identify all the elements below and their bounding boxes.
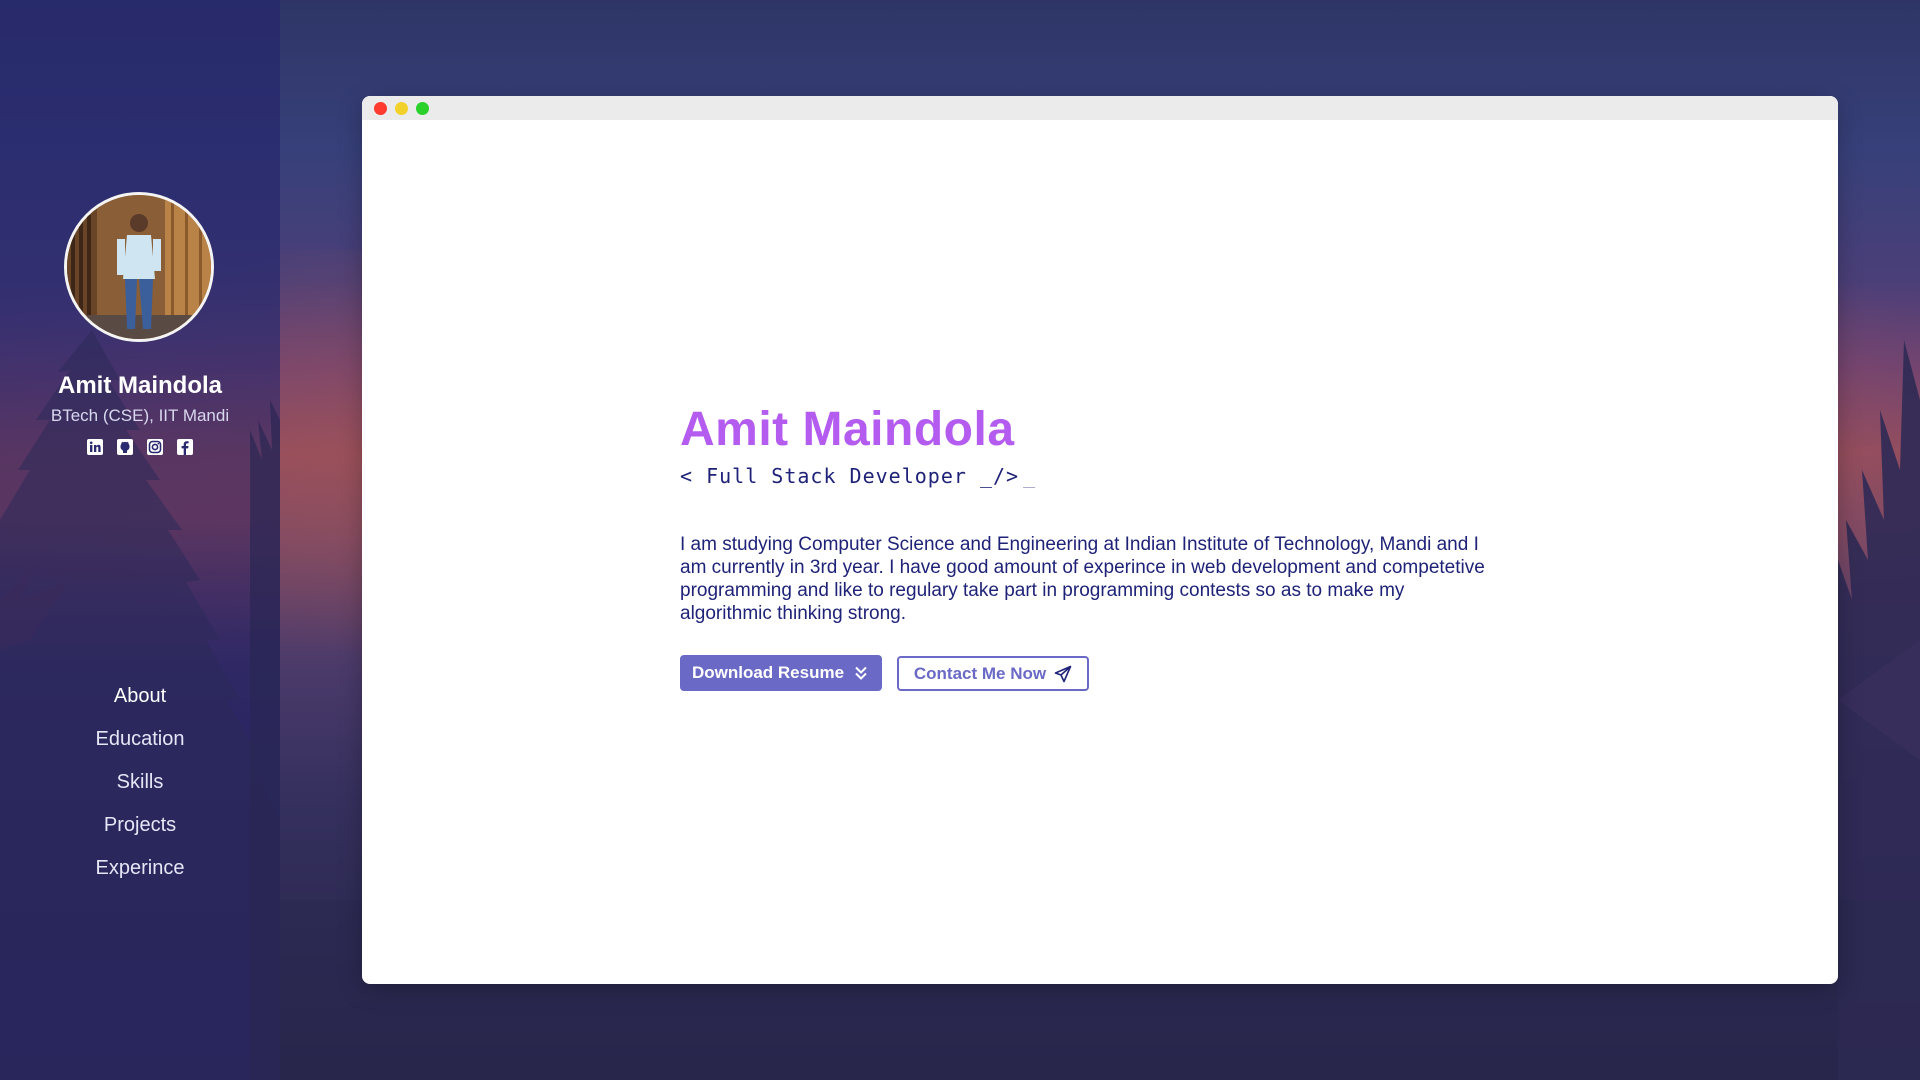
minimize-dot-icon: [395, 102, 408, 115]
sidebar-nav: About Education Skills Projects Experinc…: [0, 680, 280, 895]
role-text: < Full Stack Developer _/>: [680, 464, 1020, 488]
content-window: Amit Maindola < Full Stack Developer _/>…: [362, 96, 1838, 984]
download-resume-button[interactable]: Download Resume: [680, 655, 882, 691]
download-resume-label: Download Resume: [691, 663, 845, 682]
hero-bio: I am studying Computer Science and Engin…: [680, 534, 1485, 624]
contact-me-button[interactable]: Contact Me Now: [897, 656, 1089, 691]
typing-cursor: _: [1023, 464, 1037, 488]
maximize-dot-icon: [416, 102, 429, 115]
close-dot-icon: [374, 102, 387, 115]
sidebar-name: Amit Maindola: [57, 372, 222, 399]
pine-trees-silhouette: [0, 330, 280, 1080]
linkedin-icon[interactable]: [86, 438, 104, 456]
sidebar-subtitle: BTech (CSE), IIT Mandi: [50, 406, 230, 425]
social-links: [0, 438, 280, 456]
contact-me-label: Contact Me Now: [913, 663, 1047, 683]
double-chevron-down-icon: [852, 664, 870, 682]
nav-item-education[interactable]: Education: [96, 723, 185, 766]
github-icon[interactable]: [116, 438, 134, 456]
nav-item-projects[interactable]: Projects: [104, 809, 176, 852]
nav-item-about[interactable]: About: [114, 680, 166, 723]
avatar: [64, 192, 214, 342]
paper-plane-icon: [1054, 665, 1072, 683]
window-titlebar: [362, 96, 1838, 120]
hero-title: Amit Maindola: [680, 403, 1015, 456]
instagram-icon[interactable]: [146, 438, 164, 456]
sidebar: Amit Maindola BTech (CSE), IIT Mandi Abo…: [0, 0, 280, 1080]
nav-item-skills[interactable]: Skills: [117, 766, 164, 809]
facebook-icon[interactable]: [176, 438, 194, 456]
hero-role: < Full Stack Developer _/> _: [680, 464, 1036, 488]
nav-item-experince[interactable]: Experince: [96, 852, 185, 895]
